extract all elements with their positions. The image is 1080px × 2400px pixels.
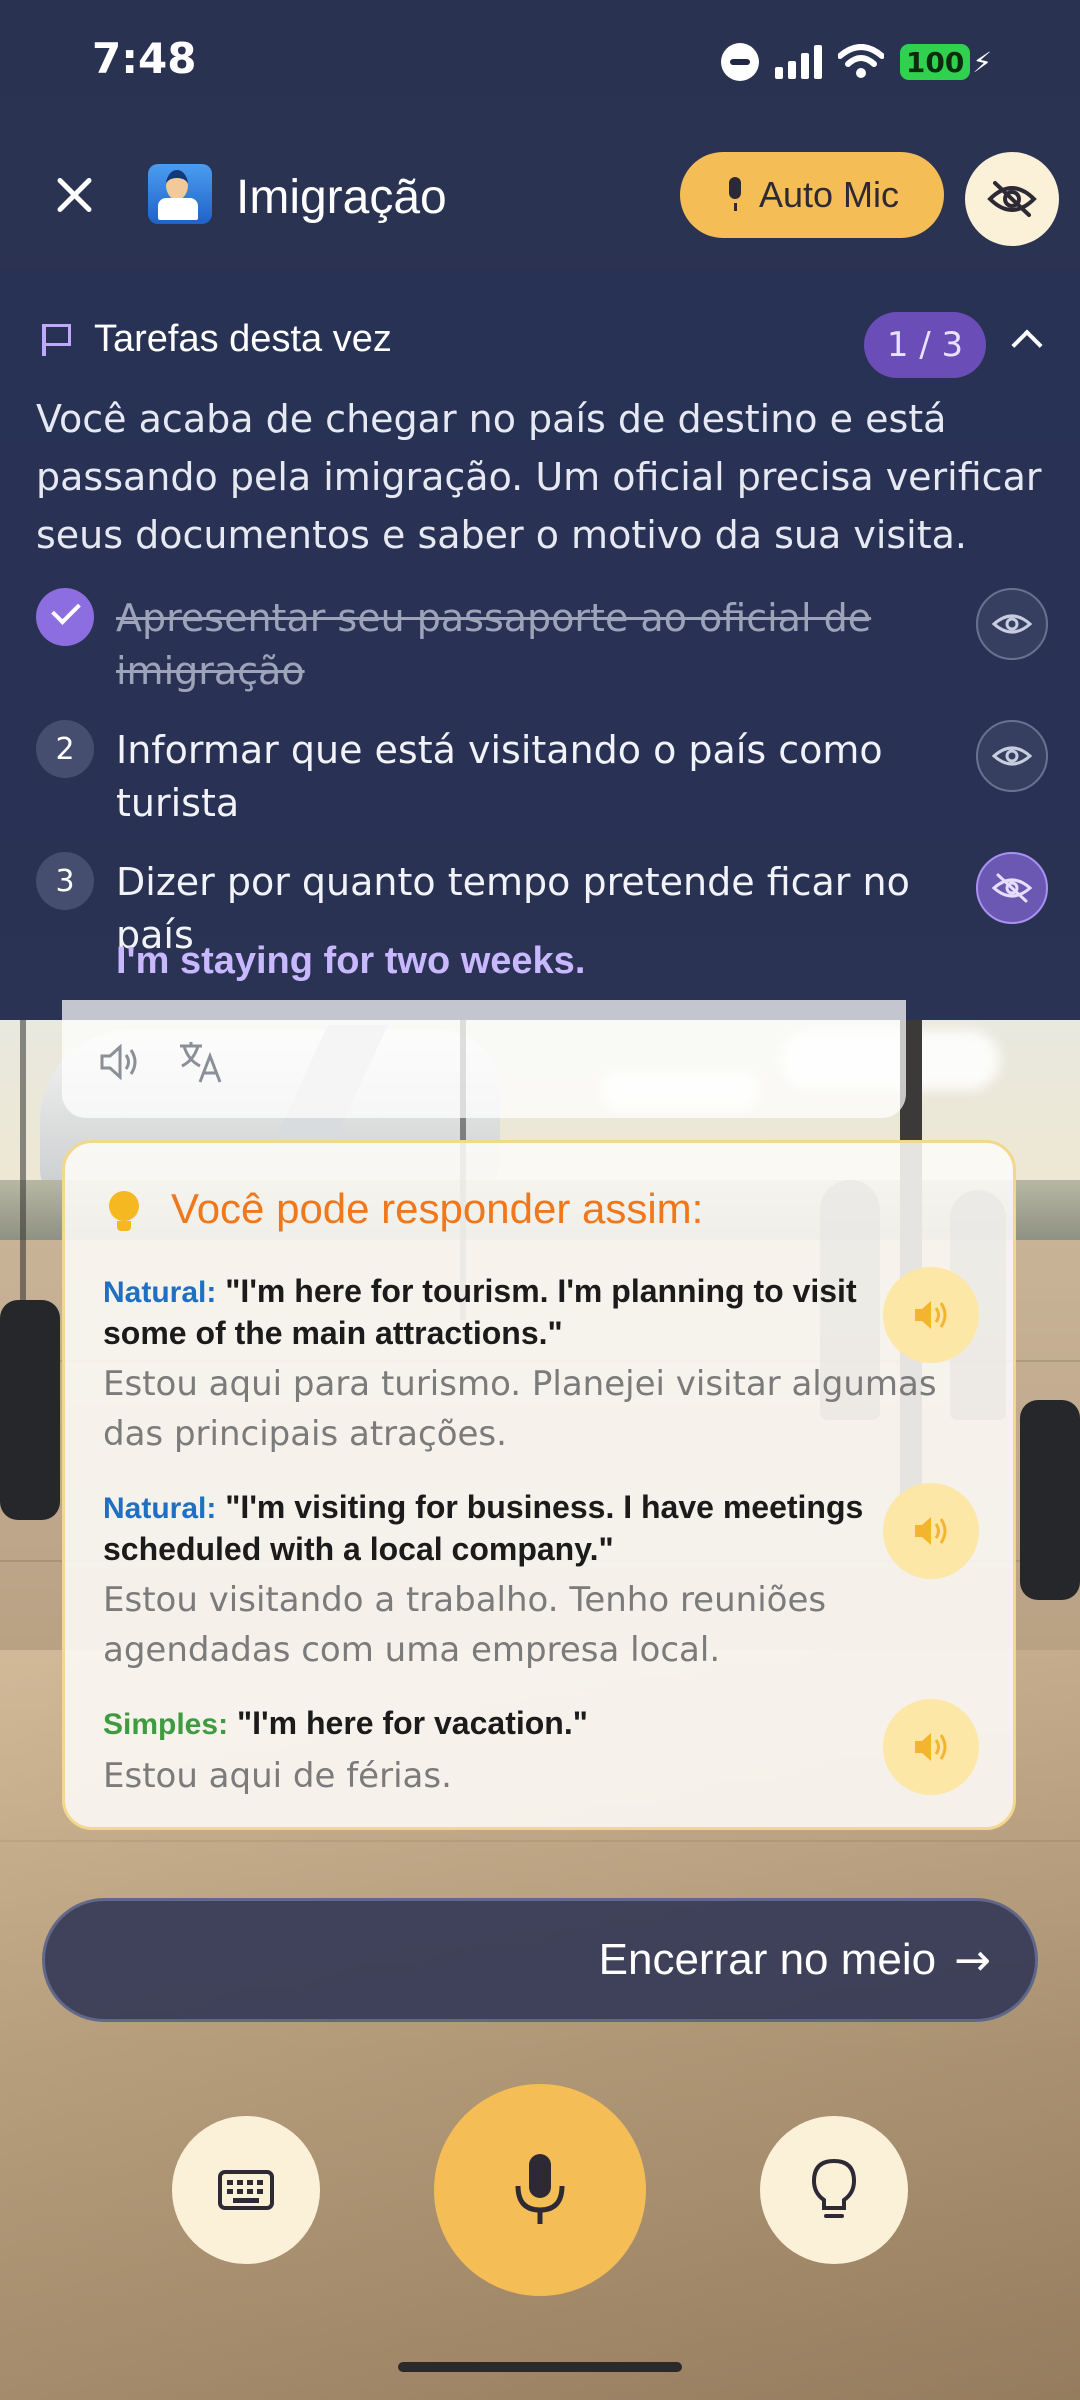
task-answer-hint: I'm staying for two weeks. [116, 940, 586, 982]
suggestion-english-text: "I'm here for vacation." [236, 1705, 588, 1741]
home-indicator[interactable] [398, 2362, 682, 2372]
hint-button[interactable] [760, 2116, 908, 2264]
page-title: Imigração [236, 171, 447, 224]
microphone-icon [725, 177, 745, 213]
lightbulb-icon [811, 2158, 857, 2218]
battery-indicator: 100 ⚡ [899, 44, 992, 80]
arrow-right-icon: → [954, 1934, 991, 1986]
speaker-icon [915, 1733, 947, 1761]
close-icon[interactable] [40, 160, 110, 230]
header: Imigração Auto Mic [0, 130, 1080, 260]
hide-hint-button[interactable] [976, 852, 1048, 924]
background-seat [1020, 1400, 1080, 1600]
end-session-button[interactable]: Encerrar no meio → [42, 1898, 1038, 2022]
eye-off-icon [992, 873, 1032, 903]
wifi-icon [837, 44, 884, 78]
eye-icon [992, 614, 1032, 634]
suggestion-item: Simples: "I'm here for vacation." Estou … [103, 1703, 943, 1801]
microphone-icon [515, 2154, 565, 2224]
task-text: Apresentar seu passaporte ao oficial de … [116, 596, 872, 693]
show-hint-button[interactable] [976, 720, 1048, 792]
do-not-disturb-icon [720, 43, 759, 81]
tasks-title: Tarefas desta vez [94, 318, 392, 360]
show-hint-button[interactable] [976, 588, 1048, 660]
suggestion-portuguese: Estou visitando a trabalho. Tenho reuniõ… [103, 1580, 827, 1670]
tasks-panel: Tarefas desta vez 1 / 3 Você acaba de ch… [0, 270, 1080, 1020]
tasks-header[interactable]: Tarefas desta vez 1 / 3 [38, 308, 1048, 378]
background-window-frame [20, 1020, 26, 1320]
suggestion-portuguese: Estou aqui de férias. [103, 1756, 452, 1796]
task-text: Informar que está visitando o país como … [116, 728, 883, 825]
translate-icon[interactable] [176, 1038, 224, 1086]
end-session-label: Encerrar no meio [598, 1935, 937, 1984]
suggestion-english: Natural: "I'm visiting for business. I h… [103, 1487, 943, 1569]
suggestion-tag: Simples [103, 1708, 219, 1741]
cellular-signal-icon [774, 45, 822, 79]
status-icons: 100 ⚡ [720, 38, 992, 86]
keyboard-button[interactable] [172, 2116, 320, 2264]
speaker-icon [915, 1517, 947, 1545]
keyboard-icon [218, 2170, 274, 2210]
auto-mic-button[interactable]: Auto Mic [680, 152, 944, 238]
eye-off-icon [987, 181, 1037, 217]
suggestion-item: Natural: "I'm visiting for business. I h… [103, 1487, 943, 1675]
hide-text-button[interactable] [965, 152, 1059, 246]
suggestion-tag-separator: : [206, 1276, 217, 1309]
status-bar: 7:48 100 ⚡ [0, 0, 1080, 120]
task-number: 3 [36, 852, 94, 910]
suggestion-english: Natural: "I'm here for tourism. I'm plan… [103, 1271, 943, 1353]
suggestion-tag-separator: : [218, 1708, 229, 1741]
speaker-icon[interactable] [98, 1042, 142, 1082]
charging-icon: ⚡ [972, 45, 992, 79]
task-number: 2 [36, 720, 94, 778]
suggestion-card: Você pode responder assim: Natural: "I'm… [62, 1140, 1016, 1830]
battery-level: 100 [899, 44, 971, 80]
check-icon [36, 588, 94, 646]
suggestion-english-text: "I'm here for tourism. I'm planning to v… [103, 1273, 857, 1351]
suggestion-english: Simples: "I'm here for vacation." [103, 1703, 943, 1745]
auto-mic-label: Auto Mic [758, 174, 900, 215]
passport-control-icon [148, 164, 212, 224]
message-bubble [62, 1000, 906, 1118]
play-audio-button[interactable] [883, 1267, 979, 1363]
status-time: 7:48 [92, 34, 197, 83]
microphone-button[interactable] [434, 2084, 646, 2296]
eye-icon [992, 746, 1032, 766]
lightbulb-icon [109, 1191, 139, 1233]
tasks-description: Você acaba de chegar no país de destino … [36, 397, 1042, 557]
chevron-up-icon[interactable] [1011, 329, 1043, 361]
suggestion-tag: Natural [103, 1276, 207, 1309]
suggestion-tag-separator: : [206, 1492, 217, 1525]
task-progress-badge: 1 / 3 [864, 312, 986, 378]
background-seat [0, 1300, 60, 1520]
suggestion-title: Você pode responder assim: [171, 1185, 704, 1232]
flag-icon [42, 324, 72, 356]
suggestion-item: Natural: "I'm here for tourism. I'm plan… [103, 1271, 943, 1459]
suggestion-tag: Natural [103, 1492, 207, 1525]
play-audio-button[interactable] [883, 1483, 979, 1579]
suggestion-portuguese: Estou aqui para turismo. Planejei visita… [103, 1364, 937, 1454]
speaker-icon [915, 1301, 947, 1329]
play-audio-button[interactable] [883, 1699, 979, 1795]
suggestion-english-text: "I'm visiting for business. I have meeti… [103, 1489, 864, 1567]
